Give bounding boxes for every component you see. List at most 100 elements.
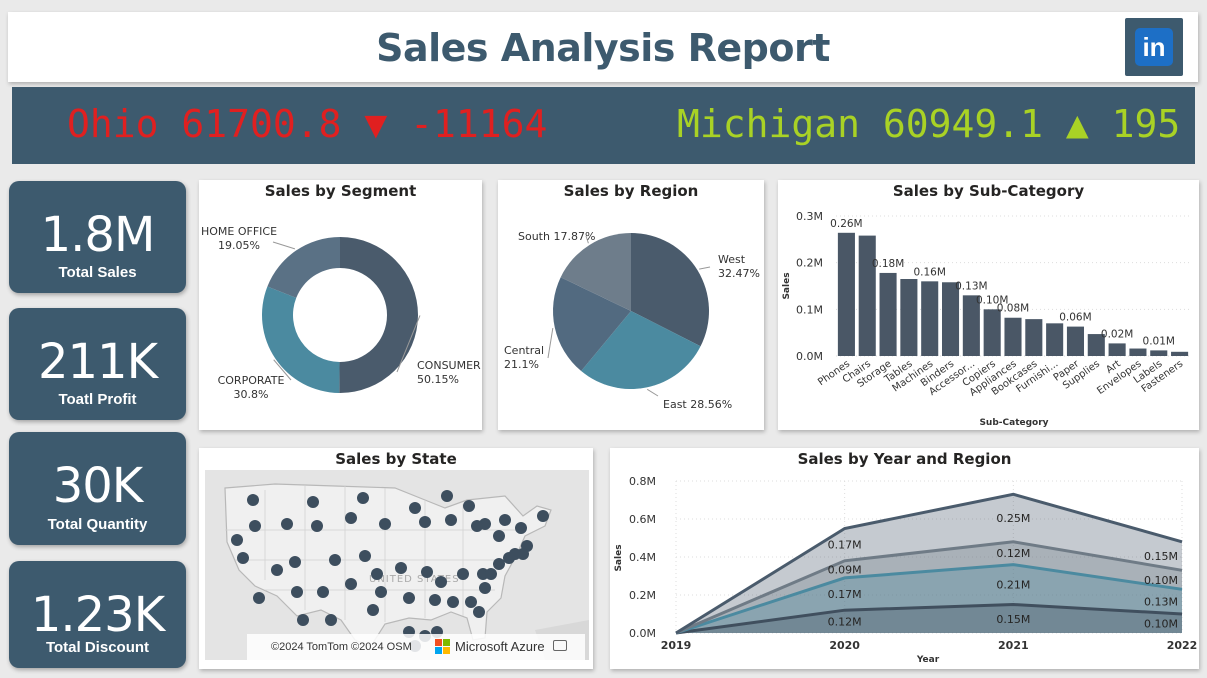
slice-value: 32.47%	[718, 267, 760, 280]
bar	[941, 282, 960, 356]
slice-value: 30.8%	[234, 388, 269, 401]
map-attribution: ©2024 TomTom ©2024 OSM Microsoft Azure	[247, 634, 585, 660]
area-data-label: 0.13M	[1144, 596, 1178, 609]
segment-donut-chart[interactable]: CONSUMER50.15% CORPORATE30.8% HOME OFFICE1…	[199, 180, 482, 430]
state-bubble	[447, 596, 459, 608]
area-data-label: 0.17M	[828, 588, 862, 601]
segment-chart-card[interactable]: Sales by Segment CONSUMER 50.15% CORPORATE…	[199, 180, 482, 430]
kpi-value: 211K	[37, 334, 158, 390]
state-bubble	[297, 614, 309, 626]
bar	[983, 309, 1001, 356]
scrolling-ticker: Ohio 61700.8 ▼ -11164 Michigan 60949.1 ▲…	[12, 87, 1195, 164]
state-bubble	[419, 516, 431, 528]
state-bubble	[367, 604, 379, 616]
state-bubble	[435, 576, 447, 588]
bar	[858, 235, 876, 356]
bar	[1025, 319, 1043, 356]
page-title: Sales Analysis Report	[376, 26, 830, 70]
state-bubble	[371, 568, 383, 580]
y-tick-label: 0.0M	[629, 627, 656, 640]
leader-line	[646, 388, 659, 397]
title-bar: Sales Analysis Report	[8, 12, 1198, 82]
leader-line	[272, 241, 296, 250]
state-bubble	[247, 494, 259, 506]
leader-line	[699, 266, 711, 270]
year-region-chart-card[interactable]: Sales by Year and Region 0.0M 0.2M 0.4M 0.6…	[610, 448, 1199, 669]
state-map[interactable]: UNITED STATES	[205, 470, 589, 660]
linkedin-button[interactable]: in	[1125, 18, 1183, 76]
state-bubble	[345, 512, 357, 524]
state-bubble	[237, 552, 249, 564]
bar	[1046, 323, 1064, 356]
x-tick-label: 2022	[1167, 639, 1198, 652]
ticker-item: Ohio 61700.8 ▼ -11164	[67, 102, 548, 146]
state-bubble	[403, 592, 415, 604]
x-tick-label: 2019	[661, 639, 692, 652]
bar	[837, 232, 855, 356]
linkedin-icon: in	[1135, 28, 1173, 66]
state-bubble	[509, 548, 521, 560]
bar-data-label: 0.06M	[1059, 312, 1091, 324]
y-tick-label: 0.1M	[796, 303, 823, 316]
state-bubble	[493, 558, 505, 570]
state-bubble	[465, 596, 477, 608]
year-region-area-chart[interactable]: 0.0M 0.2M 0.4M 0.6M 0.8M 2019 2020 2021 2022 Sale…	[610, 448, 1199, 669]
state-bubble	[307, 496, 319, 508]
slice-value: 50.15%	[417, 373, 459, 386]
state-bubble	[471, 520, 483, 532]
area-data-label: 0.25M	[996, 512, 1030, 525]
state-bubble	[445, 514, 457, 526]
state-bubble	[379, 518, 391, 530]
area-data-label: 0.10M	[1144, 618, 1178, 631]
region-pie-chart[interactable]: West32.47% East 28.56% Central21.1% South 1…	[498, 180, 764, 430]
bar-data-label: 0.13M	[955, 280, 987, 292]
bar	[1066, 326, 1085, 356]
bar	[1108, 343, 1126, 356]
state-bubble	[429, 594, 441, 606]
y-axis-title: Sales	[782, 272, 792, 299]
state-bubble	[289, 556, 301, 568]
state-bubble	[253, 592, 265, 604]
kpi-label: Total Discount	[45, 639, 150, 656]
kpi-value: 1.8M	[40, 207, 156, 263]
state-map-card[interactable]: Sales by State UNITED STATES ©2024 TomTo…	[199, 448, 593, 669]
state-bubble	[329, 554, 341, 566]
bar	[921, 281, 939, 356]
state-bubble	[499, 514, 511, 526]
kpi-total-profit[interactable]: 211K Toatl Profit	[9, 308, 186, 420]
subcategory-chart-card[interactable]: Sales by Sub-Category 0.0M 0.1M 0.2M 0.3M Sa…	[778, 180, 1199, 430]
donut-slice	[339, 237, 418, 393]
area-data-label: 0.09M	[828, 563, 862, 576]
state-bubble	[325, 614, 337, 626]
state-bubble	[395, 562, 407, 574]
y-tick-label: 0.4M	[629, 551, 656, 564]
state-bubble	[479, 582, 491, 594]
state-bubble	[345, 578, 357, 590]
bar-data-label: 0.18M	[872, 258, 904, 270]
slice-label: CORPORATE	[218, 374, 285, 387]
area-data-label: 0.12M	[996, 547, 1030, 560]
state-bubble	[421, 566, 433, 578]
y-tick-label: 0.2M	[629, 589, 656, 602]
comment-icon[interactable]	[553, 640, 567, 651]
bar	[1129, 348, 1147, 356]
bar-data-label: 0.02M	[1101, 328, 1133, 340]
kpi-total-sales[interactable]: 1.8M Total Sales	[9, 181, 186, 293]
kpi-label: Toatl Profit	[58, 391, 137, 408]
state-bubble	[357, 492, 369, 504]
kpi-total-quantity[interactable]: 30K Total Quantity	[9, 432, 186, 545]
kpi-value: 30K	[52, 458, 144, 514]
state-bubble	[493, 530, 505, 542]
subcategory-bar-chart[interactable]: 0.0M0.1M0.2M0.3MSalesSub-Category0.26MPh…	[778, 180, 1199, 430]
x-axis-title: Year	[916, 655, 940, 665]
state-bubble	[231, 534, 243, 546]
bar	[1004, 317, 1022, 356]
state-bubble	[291, 586, 303, 598]
bar	[900, 279, 918, 356]
region-chart-card[interactable]: Sales by Region West 32.47% East 28.56% Cen…	[498, 180, 764, 430]
kpi-total-discount[interactable]: 1.23K Total Discount	[9, 561, 186, 668]
y-tick-label: 0.8M	[629, 475, 656, 488]
area-data-label: 0.17M	[828, 539, 862, 552]
area-data-label: 0.15M	[1144, 550, 1178, 563]
bar	[1171, 351, 1189, 356]
